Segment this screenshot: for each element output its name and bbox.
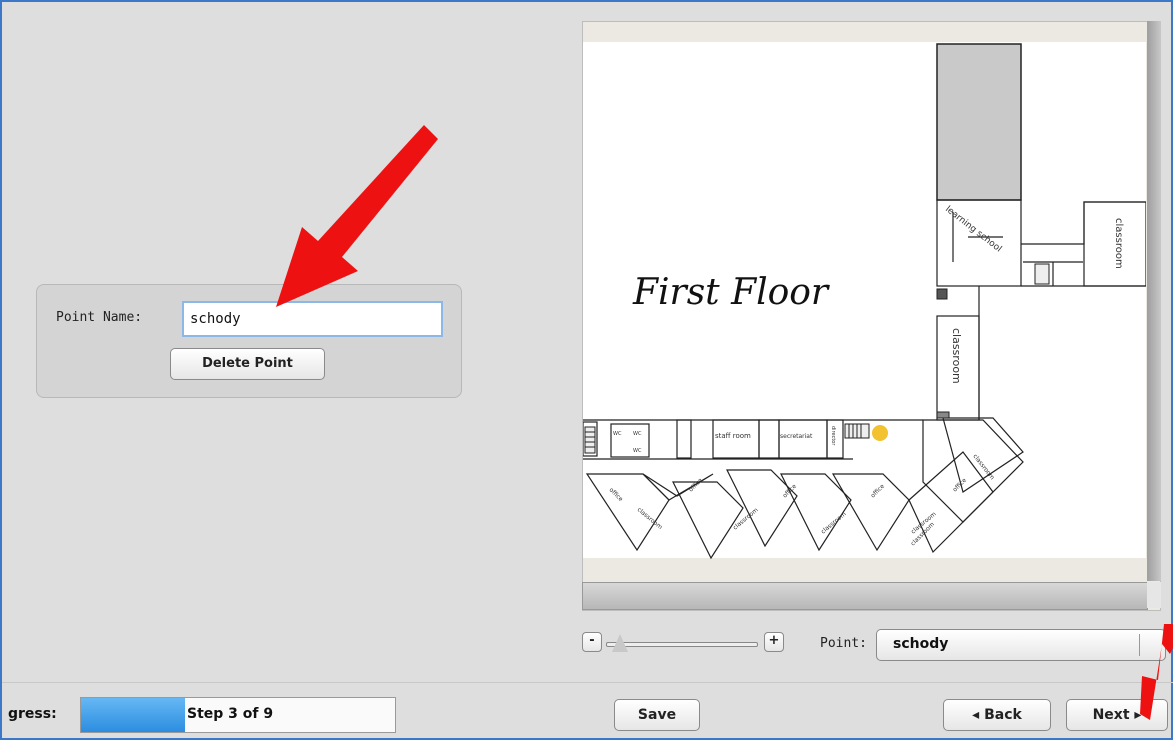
point-select-value: schody: [893, 636, 949, 652]
back-button[interactable]: ◂ Back: [943, 699, 1051, 731]
room-label: classroom: [950, 328, 963, 384]
point-select[interactable]: schody: [876, 629, 1166, 661]
room-label: secretariat: [780, 433, 813, 440]
floor-plan[interactable]: First Floor classroom classroom learning…: [583, 22, 1146, 582]
annotation-arrow-right: [1140, 624, 1173, 720]
map-vertical-scrollbar[interactable]: [1147, 21, 1161, 581]
zoom-slider-track[interactable]: [606, 642, 758, 647]
point-marker[interactable]: [872, 425, 888, 441]
point-name-label: Point Name:: [56, 310, 143, 325]
room-label: director: [830, 426, 836, 446]
zoom-slider-thumb[interactable]: [612, 634, 628, 652]
delete-point-button[interactable]: Delete Point: [170, 348, 325, 380]
room-label: classroom: [1113, 218, 1124, 269]
zoom-in-button[interactable]: +: [764, 632, 784, 652]
map-horizontal-scrollbar[interactable]: [582, 582, 1148, 610]
progress-fill: [81, 698, 185, 732]
room-label: WC: [633, 448, 642, 454]
room-label: WC: [613, 431, 622, 437]
floor-title: First Floor: [632, 272, 830, 313]
progress-label: gress:: [8, 706, 57, 722]
zoom-out-button[interactable]: -: [582, 632, 602, 652]
progress-bar: Step 3 of 9: [80, 697, 396, 733]
annotation-arrow-left: [276, 125, 438, 307]
progress-text: Step 3 of 9: [187, 706, 274, 722]
room-label: WC: [633, 431, 642, 437]
room-label: staff room: [715, 432, 751, 440]
point-select-label: Point:: [820, 636, 867, 651]
footer-divider: [2, 682, 1173, 683]
save-button[interactable]: Save: [614, 699, 700, 731]
scrollbar-corner: [1147, 582, 1161, 608]
